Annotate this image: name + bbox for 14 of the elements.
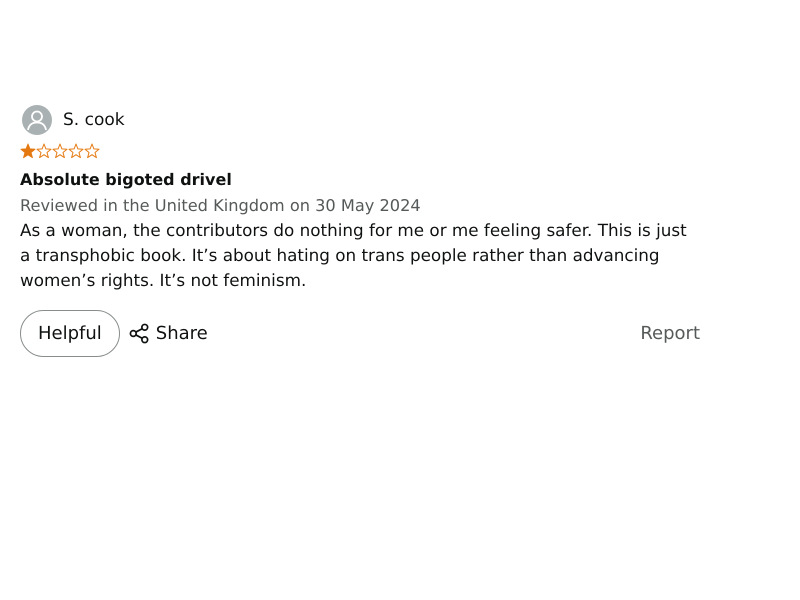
review-title: Absolute bigoted drivel [20, 169, 232, 191]
reviewer-name: S. cook [63, 110, 125, 130]
empty-star-icon [84, 142, 100, 158]
review-date: Reviewed in the United Kingdom on 30 May 2024 [20, 195, 421, 217]
report-link[interactable]: Report [640, 323, 700, 344]
review-text: As a woman, the contributors do nothing for me or me feeling safer. This is just a transphobic book. It’s about hating on trans people rather than advancing women’s rights. It’s not feminism. [20, 219, 688, 292]
avatar-icon [22, 105, 52, 135]
share-icon [128, 323, 150, 344]
share-button[interactable]: Share [128, 323, 208, 344]
helpful-button[interactable]: Helpful [20, 310, 120, 357]
empty-star-icon [52, 142, 68, 158]
share-label: Share [156, 323, 208, 344]
filled-star-icon [20, 142, 36, 158]
empty-star-icon [68, 142, 84, 158]
